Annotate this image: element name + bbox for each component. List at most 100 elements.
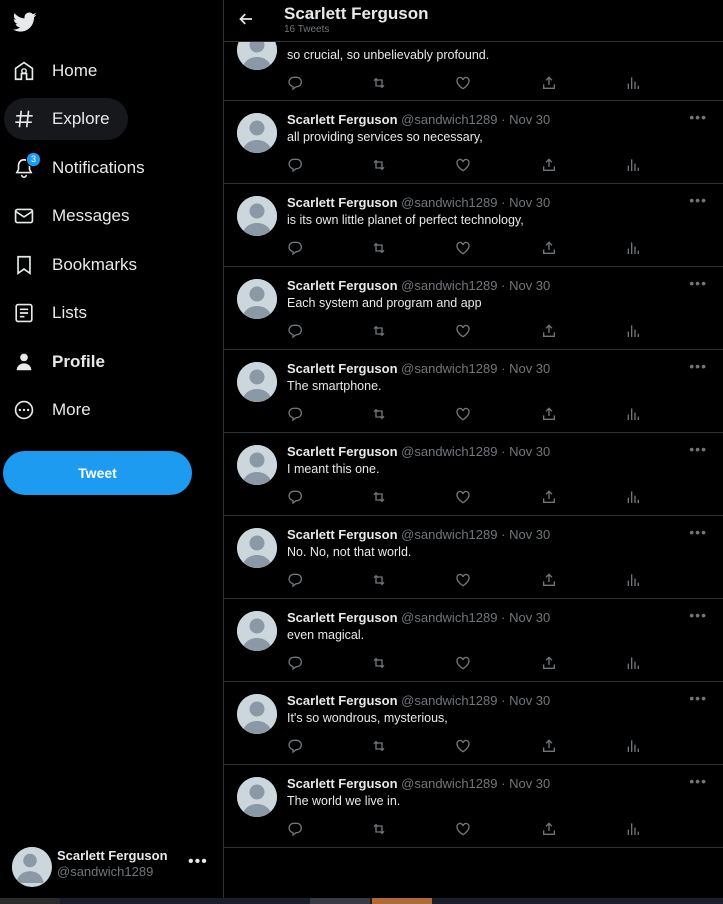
retweet-icon[interactable] — [371, 738, 389, 756]
more-dots-icon[interactable]: ••• — [689, 607, 707, 623]
nav-explore[interactable]: Explore — [4, 98, 128, 140]
heart-icon[interactable] — [455, 157, 473, 175]
more-dots-icon[interactable]: ••• — [689, 773, 707, 789]
tweet[interactable]: Scarlett Ferguson @sandwich1289 · Nov 30… — [224, 433, 723, 516]
more-dots-icon[interactable]: ••• — [689, 275, 707, 291]
analytics-icon[interactable] — [625, 489, 643, 507]
analytics-icon[interactable] — [625, 157, 643, 175]
tweet-date[interactable]: Nov 30 — [509, 195, 550, 210]
tweet[interactable]: Scarlett Ferguson @sandwich1289 · Nov 30… — [224, 267, 723, 350]
tweet-author-handle[interactable]: @sandwich1289 — [401, 693, 497, 708]
reply-icon[interactable] — [287, 75, 305, 93]
tweet-author-name[interactable]: Scarlett Ferguson — [287, 278, 398, 293]
share-icon[interactable] — [541, 655, 559, 673]
tweet-author-name[interactable]: Scarlett Ferguson — [287, 610, 398, 625]
share-icon[interactable] — [541, 323, 559, 341]
nav-notifications[interactable]: 3 Notifications — [4, 147, 163, 189]
analytics-icon[interactable] — [625, 572, 643, 590]
account-switcher[interactable]: Scarlett Ferguson @sandwich1289 ••• — [12, 845, 217, 887]
tweet-author-handle[interactable]: @sandwich1289 — [401, 776, 497, 791]
analytics-icon[interactable] — [625, 240, 643, 258]
tweet[interactable]: Scarlett Ferguson @sandwich1289 · Nov 30… — [224, 682, 723, 765]
tweet-date[interactable]: Nov 30 — [509, 527, 550, 542]
heart-icon[interactable] — [455, 489, 473, 507]
share-icon[interactable] — [541, 406, 559, 424]
more-dots-icon[interactable]: ••• — [689, 109, 707, 125]
tweet-author-handle[interactable]: @sandwich1289 — [401, 361, 497, 376]
share-icon[interactable] — [541, 75, 559, 93]
more-dots-icon[interactable]: ••• — [689, 690, 707, 706]
tweet-author-handle[interactable]: @sandwich1289 — [401, 195, 497, 210]
nav-lists[interactable]: Lists — [4, 292, 105, 334]
tweet[interactable]: Scarlett Ferguson @sandwich1289 · Nov 30… — [224, 765, 723, 848]
more-dots-icon[interactable]: ••• — [188, 853, 208, 871]
retweet-icon[interactable] — [371, 572, 389, 590]
nav-more[interactable]: More — [4, 389, 109, 431]
nav-bookmarks[interactable]: Bookmarks — [4, 244, 155, 286]
analytics-icon[interactable] — [625, 821, 643, 839]
heart-icon[interactable] — [455, 406, 473, 424]
analytics-icon[interactable] — [625, 738, 643, 756]
tweet-date[interactable]: Nov 30 — [509, 776, 550, 791]
nav-profile[interactable]: Profile — [4, 341, 123, 383]
tweet-author-name[interactable]: Scarlett Ferguson — [287, 693, 398, 708]
tweet[interactable]: Scarlett Ferguson @sandwich1289 · Nov 30… — [224, 599, 723, 682]
retweet-icon[interactable] — [371, 406, 389, 424]
share-icon[interactable] — [541, 240, 559, 258]
more-dots-icon[interactable]: ••• — [689, 358, 707, 374]
heart-icon[interactable] — [455, 323, 473, 341]
tweet-button[interactable]: Tweet — [3, 451, 192, 495]
share-icon[interactable] — [541, 489, 559, 507]
tweet-date[interactable]: Nov 30 — [509, 693, 550, 708]
retweet-icon[interactable] — [371, 489, 389, 507]
retweet-icon[interactable] — [371, 655, 389, 673]
tweet-date[interactable]: Nov 30 — [509, 444, 550, 459]
heart-icon[interactable] — [455, 75, 473, 93]
tweet[interactable]: Scarlett Ferguson @sandwich1289 · Nov 30… — [224, 350, 723, 433]
tweet-author-name[interactable]: Scarlett Ferguson — [287, 195, 398, 210]
nav-messages[interactable]: Messages — [4, 195, 147, 237]
retweet-icon[interactable] — [371, 157, 389, 175]
tweet-author-name[interactable]: Scarlett Ferguson — [287, 112, 398, 127]
reply-icon[interactable] — [287, 572, 305, 590]
reply-icon[interactable] — [287, 821, 305, 839]
back-arrow-icon[interactable] — [237, 10, 255, 28]
more-dots-icon[interactable]: ••• — [689, 192, 707, 208]
more-dots-icon[interactable]: ••• — [689, 441, 707, 457]
analytics-icon[interactable] — [625, 323, 643, 341]
tweet-author-handle[interactable]: @sandwich1289 — [401, 610, 497, 625]
retweet-icon[interactable] — [371, 323, 389, 341]
tweet-author-handle[interactable]: @sandwich1289 — [401, 278, 497, 293]
tweet-date[interactable]: Nov 30 — [509, 278, 550, 293]
tweet[interactable]: Scarlett Ferguson @sandwich1289 · Nov 30… — [224, 516, 723, 599]
share-icon[interactable] — [541, 738, 559, 756]
share-icon[interactable] — [541, 821, 559, 839]
tweet-author-name[interactable]: Scarlett Ferguson — [287, 527, 398, 542]
nav-home[interactable]: Home — [4, 50, 115, 92]
tweet-author-handle[interactable]: @sandwich1289 — [401, 112, 497, 127]
tweet-date[interactable]: Nov 30 — [509, 361, 550, 376]
reply-icon[interactable] — [287, 489, 305, 507]
tweet-author-handle[interactable]: @sandwich1289 — [401, 527, 497, 542]
tweet-author-name[interactable]: Scarlett Ferguson — [287, 361, 398, 376]
tweet-author-name[interactable]: Scarlett Ferguson — [287, 444, 398, 459]
tweet-author-name[interactable]: Scarlett Ferguson — [287, 776, 398, 791]
reply-icon[interactable] — [287, 738, 305, 756]
tweet-date[interactable]: Nov 30 — [509, 610, 550, 625]
heart-icon[interactable] — [455, 240, 473, 258]
heart-icon[interactable] — [455, 738, 473, 756]
reply-icon[interactable] — [287, 655, 305, 673]
reply-icon[interactable] — [287, 323, 305, 341]
analytics-icon[interactable] — [625, 655, 643, 673]
twitter-bird-icon[interactable] — [12, 10, 38, 34]
reply-icon[interactable] — [287, 157, 305, 175]
reply-icon[interactable] — [287, 240, 305, 258]
analytics-icon[interactable] — [625, 75, 643, 93]
retweet-icon[interactable] — [371, 75, 389, 93]
retweet-icon[interactable] — [371, 240, 389, 258]
heart-icon[interactable] — [455, 572, 473, 590]
heart-icon[interactable] — [455, 821, 473, 839]
tweet[interactable]: Scarlett Ferguson @sandwich1289 · Nov 30… — [224, 184, 723, 267]
share-icon[interactable] — [541, 157, 559, 175]
more-dots-icon[interactable]: ••• — [689, 524, 707, 540]
